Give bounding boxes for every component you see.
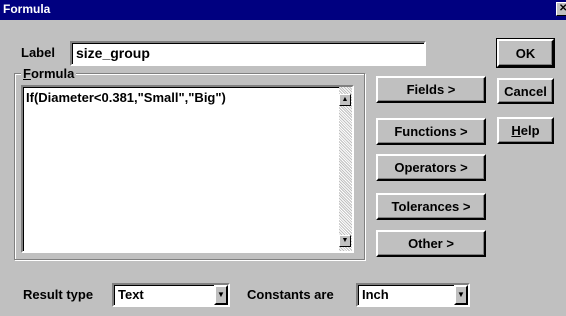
help-mnemonic: H bbox=[511, 123, 521, 138]
result-type-select[interactable]: Text bbox=[112, 283, 230, 307]
title-bar bbox=[0, 0, 566, 20]
scroll-up-icon[interactable]: ▲ bbox=[339, 94, 351, 106]
formula-legend: Formula bbox=[21, 66, 77, 81]
formula-mnemonic: F bbox=[23, 66, 31, 81]
formula-scrollbar[interactable] bbox=[339, 87, 352, 251]
label-caption: Label bbox=[21, 45, 55, 60]
cancel-button[interactable]: Cancel bbox=[497, 78, 554, 104]
functions-button[interactable]: Functions > bbox=[376, 118, 486, 145]
result-type-dropdown-icon[interactable]: ▼ bbox=[214, 285, 228, 305]
result-type-label: Result type bbox=[23, 287, 94, 302]
label-input[interactable]: size_group bbox=[70, 41, 426, 66]
constants-select[interactable]: Inch bbox=[356, 283, 470, 307]
tolerances-button[interactable]: Tolerances > bbox=[376, 193, 486, 220]
constants-dropdown-icon[interactable]: ▼ bbox=[454, 285, 468, 305]
window-title: Formula bbox=[3, 2, 51, 16]
other-button[interactable]: Other > bbox=[376, 230, 486, 257]
operators-button[interactable]: Operators > bbox=[376, 154, 486, 181]
close-icon[interactable]: ✕ bbox=[556, 2, 566, 16]
formula-editor[interactable]: If(Diameter<0.381,"Small","Big") bbox=[21, 85, 354, 253]
help-button[interactable]: Help bbox=[497, 117, 554, 144]
formula-legend-text: ormula bbox=[30, 66, 75, 81]
formula-text: If(Diameter<0.381,"Small","Big") bbox=[26, 90, 226, 105]
fields-button[interactable]: Fields > bbox=[376, 76, 486, 103]
help-label: elp bbox=[520, 123, 540, 138]
ok-button[interactable]: OK bbox=[496, 38, 555, 68]
scroll-down-icon[interactable]: ▼ bbox=[339, 235, 351, 247]
constants-label: Constants are bbox=[247, 287, 334, 302]
